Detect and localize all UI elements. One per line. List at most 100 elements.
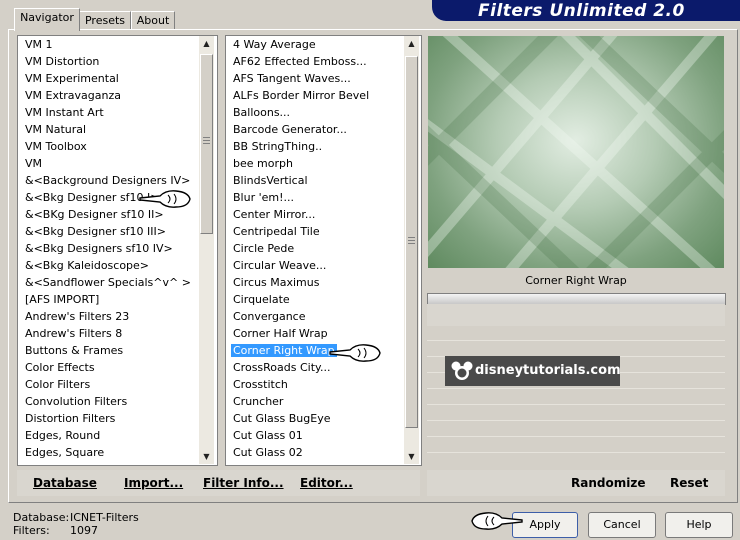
list-item[interactable]: Balloons...: [226, 104, 421, 121]
list-item-label: [AFS IMPORT]: [25, 293, 100, 306]
list-item[interactable]: Edges, Round: [18, 427, 217, 444]
list-item[interactable]: VM 1: [18, 36, 217, 53]
list-item[interactable]: Cruncher: [226, 393, 421, 410]
scroll-down-arrow-icon[interactable]: ▼: [404, 449, 419, 464]
category-scrollbar[interactable]: ▲ ▼: [199, 36, 214, 464]
category-list[interactable]: VM 1 VM Distortion VM Experimental VM Extra…: [17, 35, 218, 466]
list-item[interactable]: Circus Maximus: [226, 274, 421, 291]
list-item-label: VM Natural: [25, 123, 87, 136]
list-item[interactable]: &<Bkg Kaleidoscope>: [18, 257, 217, 274]
list-item[interactable]: Buttons & Frames: [18, 342, 217, 359]
list-item[interactable]: VM Distortion: [18, 53, 217, 70]
editor-button-label: Editor...: [300, 476, 353, 490]
list-item[interactable]: bee morph: [226, 155, 421, 172]
list-item[interactable]: CrossRoads City...: [226, 359, 421, 376]
scroll-down-arrow-icon[interactable]: ▼: [199, 449, 214, 464]
list-item[interactable]: ALFs Border Mirror Bevel: [226, 87, 421, 104]
database-label: Database:: [13, 511, 70, 524]
filter-info-button[interactable]: Filter Info...: [203, 476, 284, 490]
list-item[interactable]: VM Natural: [18, 121, 217, 138]
list-item[interactable]: Centripedal Tile: [226, 223, 421, 240]
list-item[interactable]: AFS Tangent Waves...: [226, 70, 421, 87]
list-item-label: AF62 Effected Emboss...: [233, 55, 367, 68]
param-line: [427, 340, 725, 341]
filters-count-label: Filters:: [13, 524, 50, 537]
editor-button[interactable]: Editor...: [300, 476, 353, 490]
list-item-label: Circle Pede: [233, 242, 295, 255]
list-item-label: bee morph: [233, 157, 293, 170]
scroll-up-arrow-icon[interactable]: ▲: [404, 36, 419, 51]
list-item[interactable]: Distortion Filters: [18, 410, 217, 427]
list-item-label: VM Extravaganza: [25, 89, 122, 102]
list-item-label: Buttons & Frames: [25, 344, 124, 357]
list-item-label: Circus Maximus: [233, 276, 320, 289]
list-item[interactable]: Filter Factory Gallery A: [18, 461, 217, 465]
list-item[interactable]: Andrew's Filters 8: [18, 325, 217, 342]
list-item[interactable]: Center Mirror...: [226, 206, 421, 223]
import-button[interactable]: Import...: [124, 476, 183, 490]
list-item[interactable]: Andrew's Filters 23: [18, 308, 217, 325]
list-item[interactable]: BlindsVertical: [226, 172, 421, 189]
list-item-label: Crosstitch: [233, 378, 288, 391]
list-item[interactable]: VM Extravaganza: [18, 87, 217, 104]
tab-presets[interactable]: Presets: [79, 11, 131, 30]
randomize-button[interactable]: Randomize: [571, 476, 645, 490]
list-item[interactable]: AF62 Effected Emboss...: [226, 53, 421, 70]
list-item[interactable]: Crosstitch: [226, 376, 421, 393]
list-item[interactable]: VM Toolbox: [18, 138, 217, 155]
scroll-up-arrow-icon[interactable]: ▲: [199, 36, 214, 51]
list-item[interactable]: Circular Weave...: [226, 257, 421, 274]
list-item[interactable]: 4 Way Average: [226, 36, 421, 53]
list-item[interactable]: Color Effects: [18, 359, 217, 376]
list-item[interactable]: Cut Glass 01: [226, 427, 421, 444]
param-line: [427, 420, 725, 421]
list-item[interactable]: &<Sandflower Specials^v^ >: [18, 274, 217, 291]
list-item[interactable]: Cirquelate: [226, 291, 421, 308]
mickey-ears-icon: [451, 361, 473, 381]
list-item-label: Convolution Filters: [25, 395, 128, 408]
help-button[interactable]: Help: [665, 512, 733, 538]
list-item[interactable]: Blur 'em!...: [226, 189, 421, 206]
tab-navigator[interactable]: Navigator: [14, 8, 80, 31]
list-item[interactable]: VM Experimental: [18, 70, 217, 87]
tab-about[interactable]: About: [131, 11, 175, 30]
list-item[interactable]: VM Instant Art: [18, 104, 217, 121]
list-item-label: Cut Glass 01: [233, 429, 303, 442]
filter-scrollbar[interactable]: ▲ ▼: [404, 36, 419, 464]
list-item-label: VM 1: [25, 38, 53, 51]
list-item[interactable]: Convolution Filters: [18, 393, 217, 410]
list-item[interactable]: Edges, Square: [18, 444, 217, 461]
database-button[interactable]: Database: [33, 476, 97, 490]
list-item[interactable]: Cut Glass 02: [226, 444, 421, 461]
list-item[interactable]: [AFS IMPORT]: [18, 291, 217, 308]
list-item[interactable]: Corner Half Wrap: [226, 325, 421, 342]
param-line: [427, 388, 725, 389]
list-item[interactable]: VM: [18, 155, 217, 172]
reset-button[interactable]: Reset: [670, 476, 708, 490]
cancel-button[interactable]: Cancel: [588, 512, 656, 538]
list-item-label: Andrew's Filters 8: [25, 327, 123, 340]
scroll-grip: [408, 243, 415, 244]
category-scroll-thumb[interactable]: [200, 54, 213, 234]
help-button-label: Help: [686, 518, 712, 531]
list-item[interactable]: Barcode Generator...: [226, 121, 421, 138]
list-item[interactable]: &<Bkg Designer sf10 III>: [18, 223, 217, 240]
apply-button-label: Apply: [529, 518, 561, 531]
watermark-badge: disneytutorials.com: [445, 356, 621, 386]
list-item-label: Centripedal Tile: [233, 225, 320, 238]
filters-count-value: 1097: [70, 524, 98, 537]
list-item[interactable]: Convergance: [226, 308, 421, 325]
list-item[interactable]: BB StringThing..: [226, 138, 421, 155]
preview-image: [428, 36, 724, 268]
list-item-label: &<Bkg Designer sf10 III>: [25, 225, 167, 238]
list-item[interactable]: &<Bkg Designers sf10 IV>: [18, 240, 217, 257]
list-item[interactable]: Circle Pede: [226, 240, 421, 257]
list-item[interactable]: Color Filters: [18, 376, 217, 393]
list-item[interactable]: Cut Glass 03: [226, 461, 421, 465]
filter-list[interactable]: 4 Way Average AF62 Effected Emboss... AFS …: [225, 35, 422, 466]
list-item[interactable]: Cut Glass BugEye: [226, 410, 421, 427]
filter-scroll-thumb[interactable]: [405, 56, 418, 428]
list-item[interactable]: Corner Right Wrap: [226, 342, 421, 359]
list-item-label: Color Filters: [25, 378, 91, 391]
list-item-label: Color Effects: [25, 361, 95, 374]
